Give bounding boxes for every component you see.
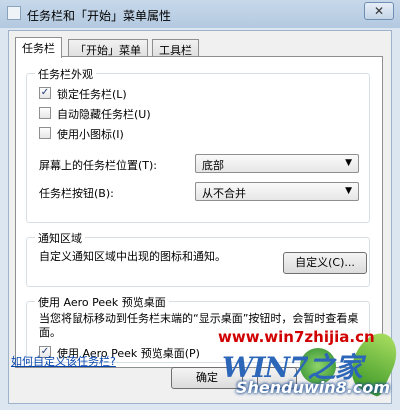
checkbox-box[interactable] xyxy=(39,127,51,139)
aero-group-label: 使用 Aero Peek 预览桌面 xyxy=(35,294,169,310)
checkbox-box[interactable] xyxy=(39,107,51,119)
checkbox-label: 锁定任务栏(L) xyxy=(57,88,127,101)
tab-taskbar-label: 任务栏 xyxy=(22,42,55,55)
close-icon: ✕ xyxy=(373,4,385,18)
tab-toolbars[interactable]: 工具栏 xyxy=(152,39,199,57)
help-link[interactable]: 如何自定义该任务栏? xyxy=(11,353,116,369)
tab-panel-taskbar: 任务栏外观 ✓ 锁定任务栏(L) 自动隐藏任务栏(U) 使用小图标(I) 屏幕上… xyxy=(15,56,383,368)
checkbox-label: 自动隐藏任务栏(U) xyxy=(57,108,151,121)
buttons-label: 任务栏按钮(B): xyxy=(39,187,114,200)
checkbox-label: 使用小图标(I) xyxy=(57,128,124,141)
position-label: 屏幕上的任务栏位置(T): xyxy=(39,159,158,172)
customize-button[interactable]: 自定义(C)... xyxy=(283,252,367,274)
window-title: 任务栏和「开始」菜单属性 xyxy=(27,9,172,23)
title-bar[interactable]: 任务栏和「开始」菜单属性 ✕ xyxy=(0,0,400,28)
appearance-group: 任务栏外观 ✓ 锁定任务栏(L) 自动隐藏任务栏(U) 使用小图标(I) 屏幕上… xyxy=(26,66,370,223)
chevron-down-icon: ▼ xyxy=(345,186,352,196)
checkbox-box[interactable]: ✓ xyxy=(39,87,51,99)
position-value: 底部 xyxy=(202,159,224,172)
taskbar-properties-icon xyxy=(7,6,21,20)
watermark-url: www.win7zhijia.cn xyxy=(218,328,375,346)
watermark-site: Shenduwin8.com xyxy=(236,378,391,397)
buttons-value: 从不合并 xyxy=(202,187,246,200)
buttons-select[interactable]: 从不合并 ▼ xyxy=(195,182,359,201)
notify-group-label: 通知区域 xyxy=(35,230,85,246)
tab-taskbar[interactable]: 任务栏 xyxy=(15,37,62,58)
notify-group: 通知区域 自定义通知区域中出现的图标和通知。 自定义(C)... xyxy=(26,230,370,287)
close-button[interactable]: ✕ xyxy=(364,2,394,20)
properties-window: 任务栏和「开始」菜单属性 ✕ 任务栏 「开始」菜单 工具栏 任务栏外观 ✓ 锁定… xyxy=(0,0,400,410)
chevron-down-icon: ▼ xyxy=(345,158,352,168)
position-select[interactable]: 底部 ▼ xyxy=(195,154,359,173)
appearance-group-label: 任务栏外观 xyxy=(35,66,96,82)
tab-start-menu[interactable]: 「开始」菜单 xyxy=(68,39,148,57)
